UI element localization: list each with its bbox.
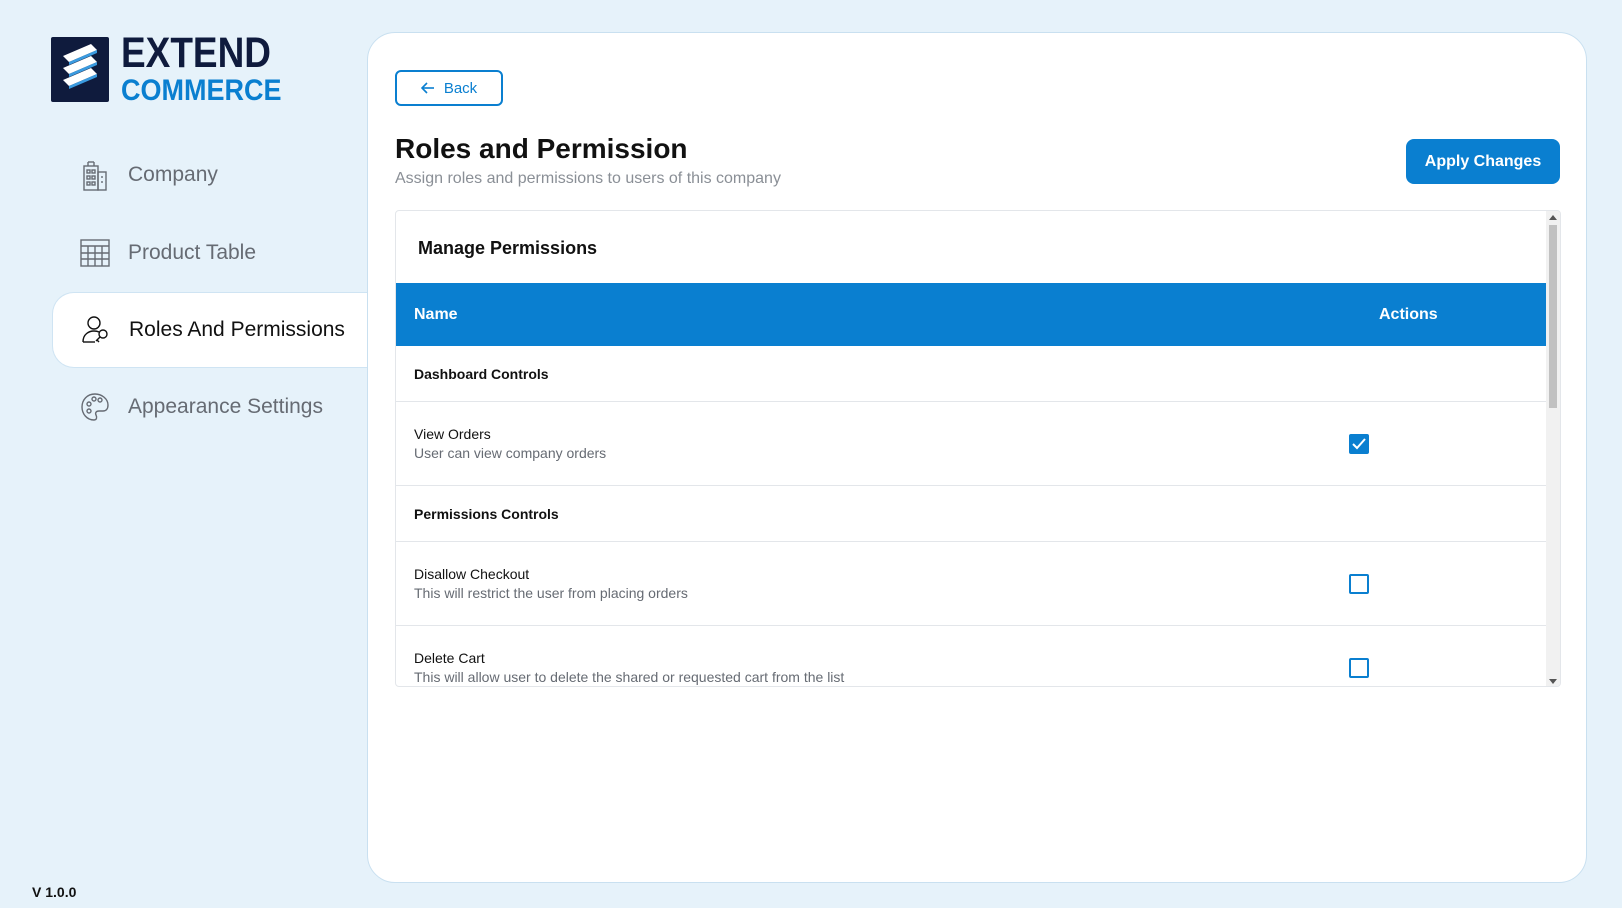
table-row: View Orders User can view company orders	[396, 402, 1546, 486]
sidebar-item-label: Roles And Permissions	[129, 318, 345, 341]
main-panel: Back Roles and Permission Assign roles a…	[367, 32, 1587, 883]
sidebar-item-label: Product Table	[128, 241, 257, 264]
table-header: Name Actions	[396, 283, 1546, 346]
permission-title: Disallow Checkout	[414, 566, 530, 582]
sidebar-item-appearance-settings[interactable]: Appearance Settings	[52, 368, 368, 446]
group-row-permissions-controls: Permissions Controls	[396, 486, 1546, 542]
permissions-card: Manage Permissions Name Actions Dashboar…	[395, 210, 1561, 687]
page-subtitle: Assign roles and permissions to users of…	[395, 170, 781, 187]
brand-name-line1: EXTEND	[121, 29, 272, 77]
permission-description: This will allow user to delete the share…	[414, 669, 845, 685]
permission-description: User can view company orders	[414, 445, 607, 461]
palette-icon	[78, 390, 112, 424]
permissions-table: Name Actions Dashboard Controls View Ord…	[396, 283, 1546, 686]
check-icon	[1352, 437, 1366, 449]
sidebar-item-roles-and-permissions[interactable]: Roles And Permissions	[52, 292, 368, 368]
scroll-up-arrow-icon[interactable]	[1549, 215, 1557, 220]
sidebar-nav: Company Product Table Roles And Permissi…	[52, 136, 368, 446]
scroll-down-arrow-icon[interactable]	[1549, 679, 1557, 684]
column-header-name: Name	[414, 305, 458, 323]
table-icon	[78, 236, 112, 270]
sidebar-item-label: Appearance Settings	[128, 395, 323, 418]
group-row-dashboard-controls: Dashboard Controls	[396, 346, 1546, 402]
table-row: Delete Cart This will allow user to dele…	[396, 626, 1546, 686]
column-header-actions: Actions	[1379, 305, 1438, 323]
sidebar-item-product-table[interactable]: Product Table	[52, 214, 368, 292]
vertical-scrollbar[interactable]	[1546, 211, 1560, 686]
table-row: Disallow Checkout This will restrict the…	[396, 542, 1546, 626]
logo-mark-icon	[51, 36, 109, 102]
view-orders-checkbox[interactable]	[1349, 433, 1369, 454]
app-version: V 1.0.0	[32, 884, 77, 900]
back-button[interactable]: Back	[395, 70, 503, 106]
apply-changes-button[interactable]: Apply Changes	[1406, 139, 1560, 184]
page-title: Roles and Permission	[395, 133, 688, 164]
permission-description: This will restrict the user from placing…	[414, 585, 688, 601]
delete-cart-checkbox[interactable]	[1349, 657, 1369, 678]
scrollbar-thumb[interactable]	[1549, 225, 1557, 408]
arrow-left-icon	[420, 82, 435, 94]
user-key-icon	[79, 313, 113, 347]
permission-title: Delete Cart	[414, 650, 485, 666]
building-icon	[78, 158, 112, 192]
brand-logo: EXTEND COMMERCE	[51, 32, 299, 106]
brand-name-line2: COMMERCE	[121, 74, 282, 107]
back-button-label: Back	[443, 79, 478, 97]
sidebar-item-company[interactable]: Company	[52, 136, 368, 214]
sidebar-item-label: Company	[128, 163, 218, 186]
permission-title: View Orders	[414, 426, 491, 442]
card-title: Manage Permissions	[418, 238, 598, 258]
disallow-checkout-checkbox[interactable]	[1349, 573, 1369, 594]
